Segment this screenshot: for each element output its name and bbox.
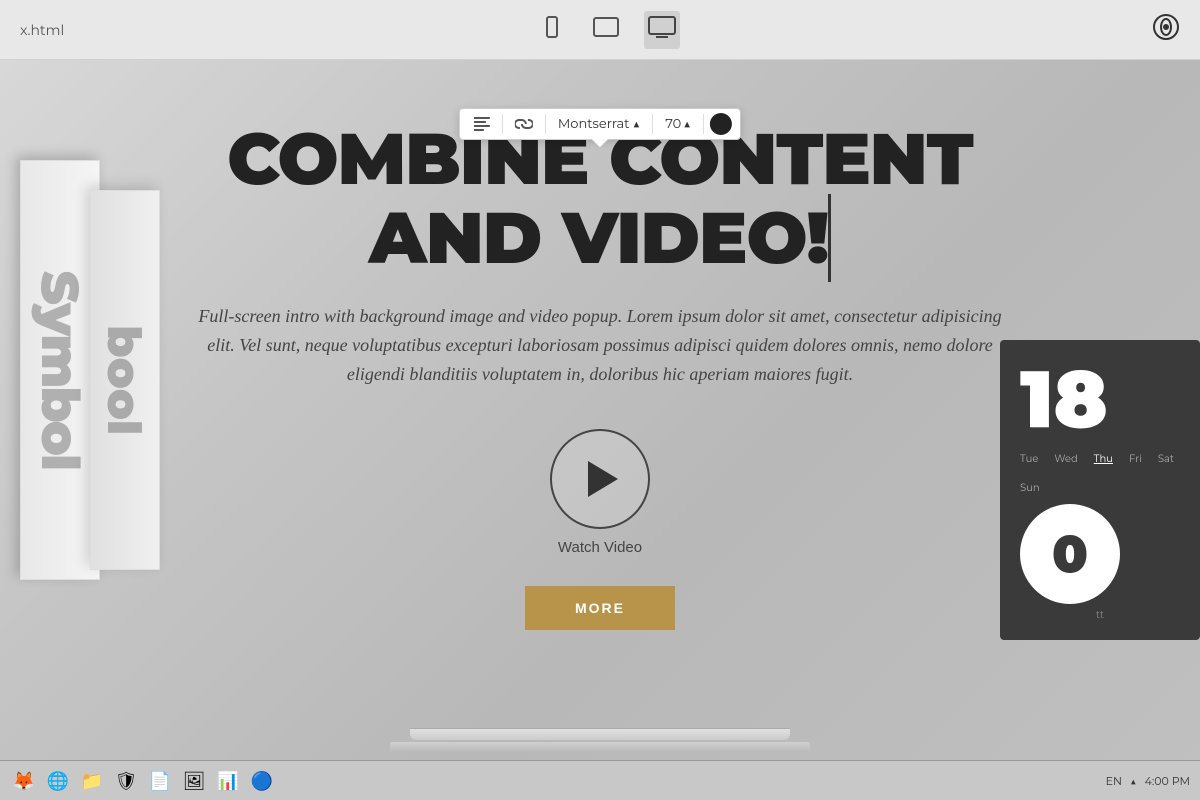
taskbar-browser-icon[interactable]: 🌐 [44, 767, 72, 795]
font-size-chevron-icon: ▲ [683, 116, 691, 132]
separator-2 [545, 114, 546, 134]
taskbar: 🦊 🌐 📁 🛡 📄 🖼 📊 🔵 EN ▲ 4:00 PM [0, 760, 1200, 800]
separator-1 [502, 114, 503, 134]
play-triangle-icon [588, 461, 618, 497]
taskbar-word-icon[interactable]: 📄 [146, 767, 174, 795]
taskbar-system-tray: EN ▲ 4:00 PM [1106, 774, 1190, 788]
hero-content: COMBINE CONTENT and VIDEO! Full-screen i… [0, 60, 1200, 800]
taskbar-filezilla-icon[interactable]: 📁 [78, 767, 106, 795]
taskbar-firefox-icon[interactable]: 🦊 [10, 767, 38, 795]
device-switcher [536, 11, 680, 49]
editor-top-bar: x.html [0, 0, 1200, 60]
taskbar-items: 🦊 🌐 📁 🛡 📄 🖼 📊 🔵 [10, 767, 276, 795]
separator-3 [652, 114, 653, 134]
play-button-wrapper[interactable]: Watch Video [550, 429, 650, 556]
font-name: Montserrat [558, 116, 630, 132]
taskbar-language: EN [1106, 774, 1122, 788]
desktop-view-button[interactable] [644, 11, 680, 49]
preview-icon[interactable] [1152, 13, 1180, 47]
file-title: x.html [20, 21, 64, 39]
font-size-selector[interactable]: 70 ▲ [659, 113, 697, 135]
taskbar-app-icon[interactable]: 📊 [214, 767, 242, 795]
play-circle-button[interactable] [550, 429, 650, 529]
font-selector[interactable]: Montserrat ▲ [552, 113, 646, 135]
hero-subtitle[interactable]: Full-screen intro with background image … [150, 302, 1050, 388]
tablet-view-button[interactable] [588, 11, 624, 49]
taskbar-arrow-icon[interactable]: ▲ [1130, 774, 1137, 788]
text-format-toolbar[interactable]: Montserrat ▲ 70 ▲ [459, 108, 741, 140]
separator-4 [703, 114, 704, 134]
color-picker[interactable] [710, 113, 732, 135]
taskbar-ps-icon[interactable]: 🖼 [180, 767, 208, 795]
watch-video-label: Watch Video [558, 539, 642, 556]
main-content: Symbol bool 18 Tue Wed Thu Fri Sat Sun 0… [0, 60, 1200, 800]
more-button[interactable]: MORE [525, 586, 675, 630]
font-size-value: 70 [665, 116, 681, 132]
taskbar-time: 4:00 PM [1145, 774, 1190, 788]
align-button[interactable] [468, 114, 496, 134]
mobile-view-button[interactable] [536, 11, 568, 49]
hero-title-line2: and VIDEO! [369, 194, 831, 282]
font-chevron-icon: ▲ [632, 116, 640, 132]
taskbar-app2-icon[interactable]: 🔵 [248, 767, 276, 795]
link-button[interactable] [509, 115, 539, 133]
cursor [828, 194, 831, 282]
taskbar-shield-icon[interactable]: 🛡 [112, 767, 140, 795]
